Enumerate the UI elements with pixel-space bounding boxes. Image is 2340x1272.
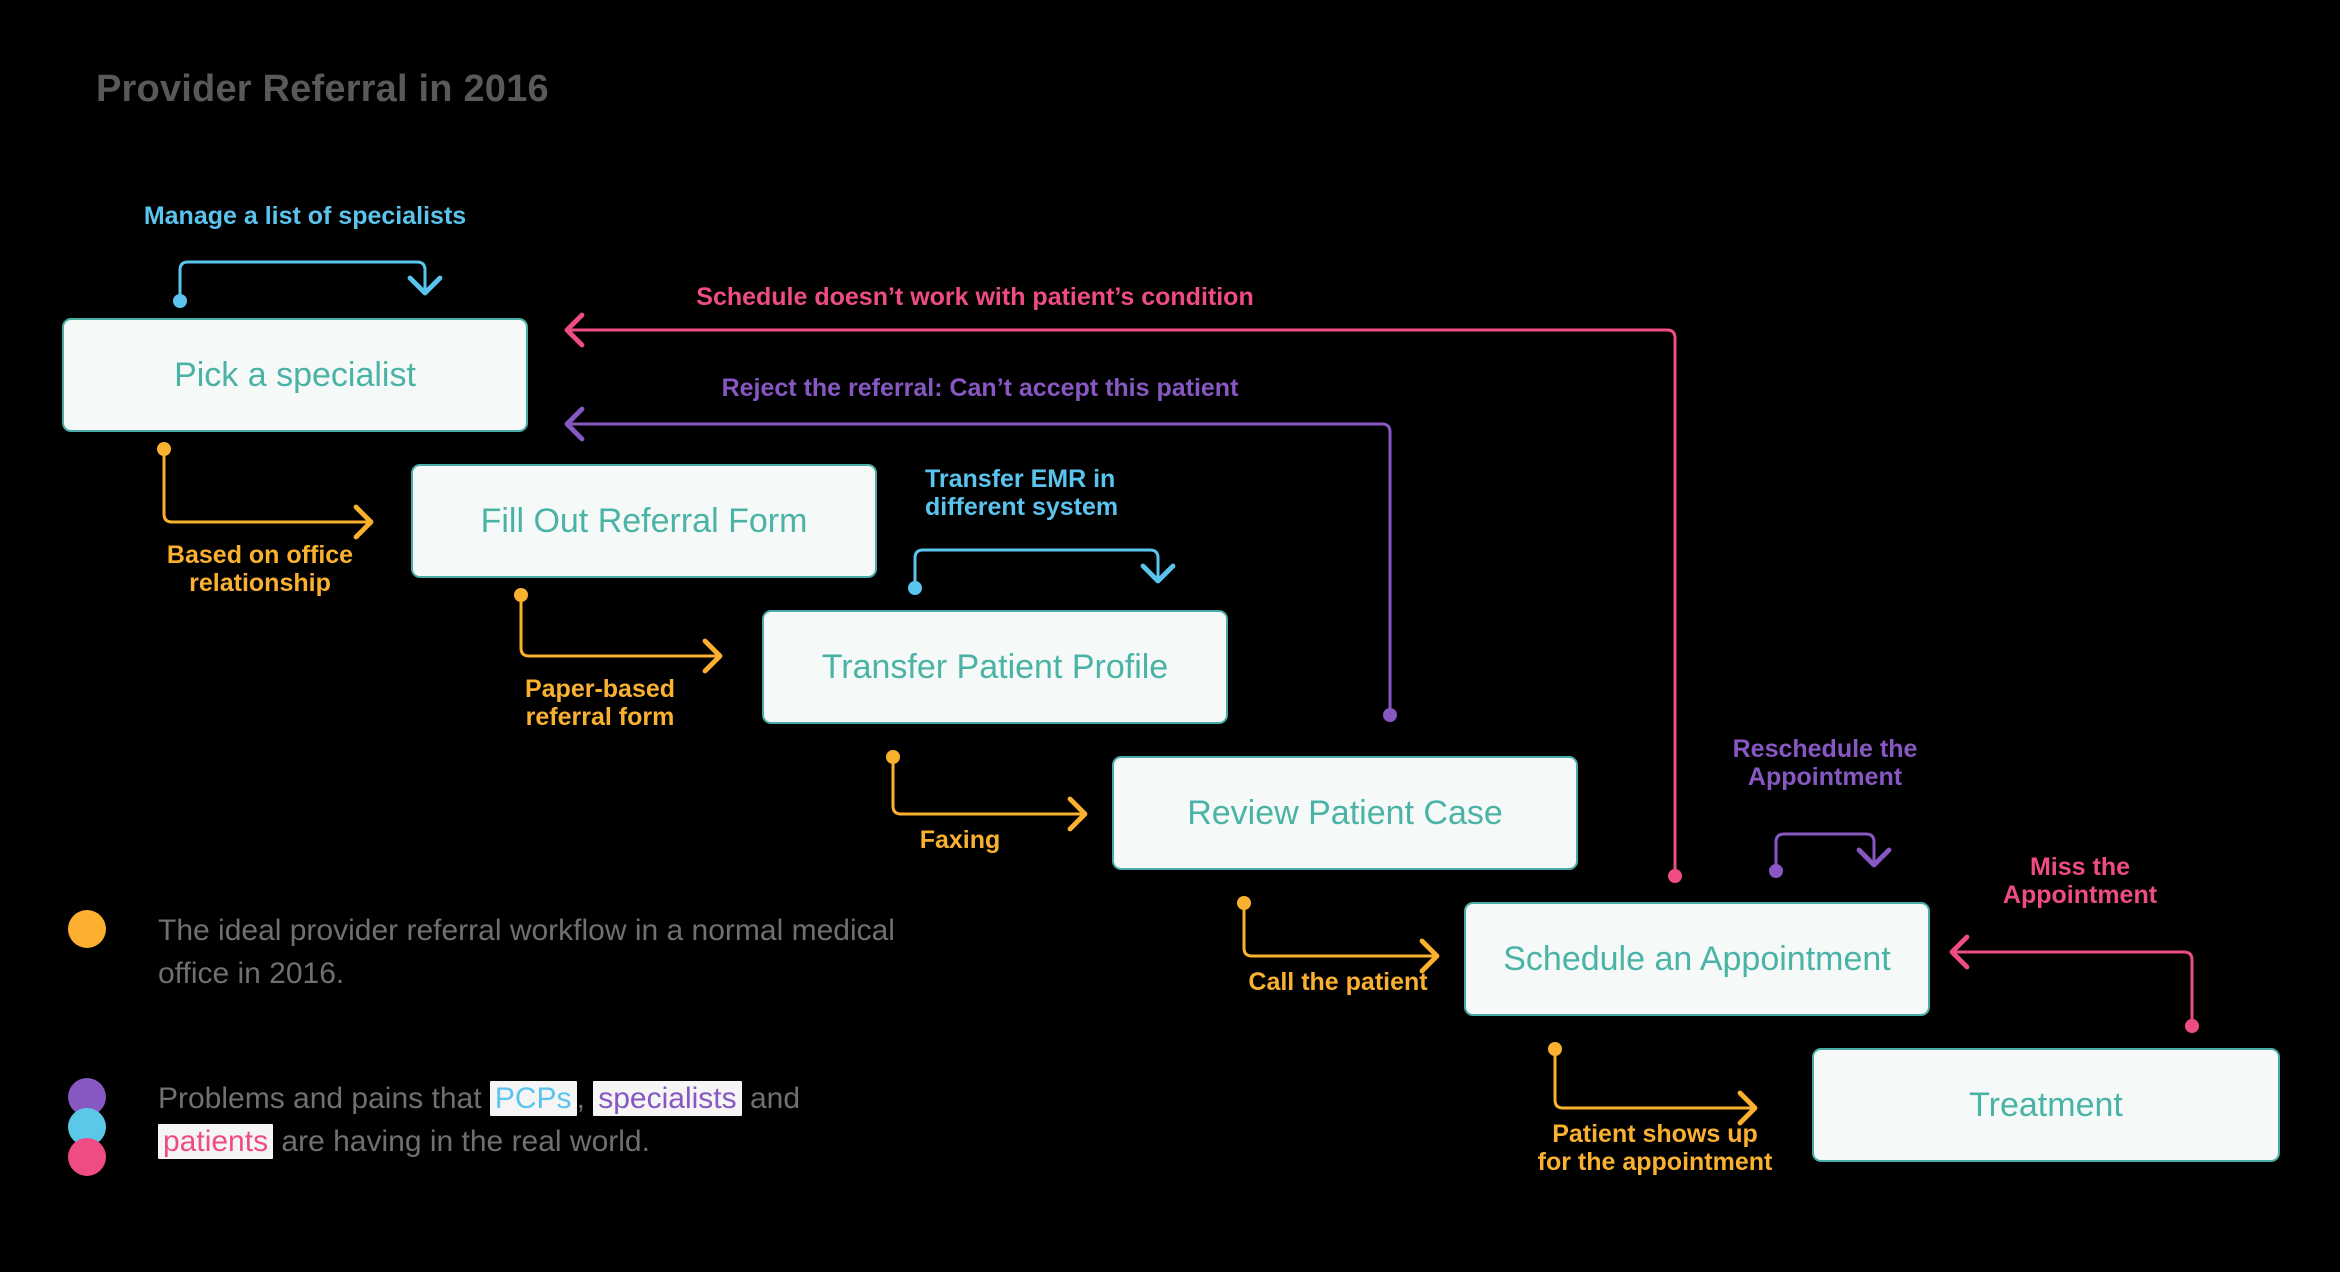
node-label: Pick a specialist <box>174 355 416 394</box>
node-label: Transfer Patient Profile <box>821 647 1169 686</box>
node-pick-a-specialist[interactable]: Pick a specialist <box>62 318 528 432</box>
edge-label-manage-list-of-specialists: Manage a list of specialists <box>143 202 467 230</box>
legend-item-ideal-workflow: The ideal provider referral workflow in … <box>68 910 918 995</box>
legend-dots <box>68 910 106 948</box>
connector-reschedule-the-appointment <box>1769 832 1892 878</box>
connector-call-the-patient <box>1237 896 1440 974</box>
node-review-patient-case[interactable]: Review Patient Case <box>1112 756 1578 870</box>
edge-label-schedule-doesnt-work: Schedule doesn’t work with patient’s con… <box>696 283 1254 311</box>
edge-label-faxing: Faxing <box>919 826 1001 854</box>
diagram-canvas: Provider Referral in 2016 Manage a list … <box>0 0 2340 1272</box>
connector-manage-list-of-specialists <box>173 260 443 308</box>
legend-segment-plain: are having in the real world. <box>273 1124 650 1158</box>
node-treatment[interactable]: Treatment <box>1812 1048 2280 1162</box>
node-label: Treatment <box>1969 1085 2123 1124</box>
node-schedule-an-appointment[interactable]: Schedule an Appointment <box>1464 902 1930 1016</box>
edge-label-reject-the-referral: Reject the referral: Can’t accept this p… <box>721 374 1239 402</box>
node-label: Review Patient Case <box>1187 793 1503 832</box>
node-transfer-patient-profile[interactable]: Transfer Patient Profile <box>762 610 1228 724</box>
legend-segment-spec: specialists <box>593 1081 742 1116</box>
legend-text: The ideal provider referral workflow in … <box>158 914 895 990</box>
orange-dot-icon <box>68 910 106 948</box>
connector-paper-based-referral-form <box>514 588 723 674</box>
node-label: Schedule an Appointment <box>1503 939 1891 978</box>
legend-text-rich: Problems and pains that PCPs, specialist… <box>158 1078 918 1163</box>
edge-label-call-the-patient: Call the patient <box>1248 968 1428 996</box>
connector-transfer-emr <box>908 548 1176 595</box>
legend-item-problems-and-pains: Problems and pains that PCPs, specialist… <box>68 1078 918 1176</box>
legend-dots <box>68 1078 106 1176</box>
edge-label-patient-shows-up: Patient shows up for the appointment <box>1537 1120 1773 1176</box>
connector-miss-the-appointment <box>1949 934 2199 1033</box>
legend-segment-plain: , <box>576 1082 594 1115</box>
legend-segment-plain: and <box>741 1082 801 1115</box>
pink-dot-icon <box>68 1138 106 1176</box>
legend-segment-pcp: PCPs <box>489 1081 577 1116</box>
connector-based-on-office-relationship <box>157 442 374 540</box>
page-title: Provider Referral in 2016 <box>96 68 549 110</box>
legend-segment-plain: Problems and pains that <box>158 1082 490 1115</box>
node-label: Fill Out Referral Form <box>480 501 808 540</box>
connector-patient-shows-up <box>1548 1042 1758 1126</box>
edge-label-reschedule-the-appointment: Reschedule the Appointment <box>1732 735 1918 791</box>
node-fill-out-referral-form[interactable]: Fill Out Referral Form <box>411 464 877 578</box>
edge-label-transfer-emr: Transfer EMR in different system <box>925 465 1119 521</box>
edge-label-based-on-office-relationship: Based on office relationship <box>166 541 354 597</box>
legend-segment-pat: patients <box>158 1123 274 1159</box>
connector-faxing <box>886 750 1088 832</box>
edge-label-paper-based-referral-form: Paper-based referral form <box>524 675 676 731</box>
edge-label-miss-the-appointment: Miss the Appointment <box>2002 853 2158 909</box>
